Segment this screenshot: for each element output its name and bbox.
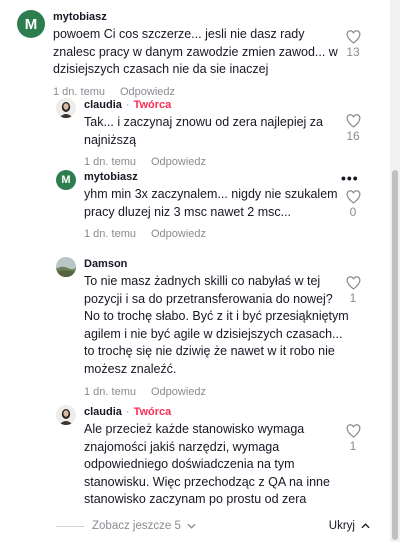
- avatar-letter: M: [24, 15, 38, 33]
- comment-meta: 1 dn. temu Odpowiedz: [53, 86, 343, 98]
- avatar[interactable]: M: [56, 170, 76, 190]
- comment-text: Tak... i zaczynaj znowu od zera najlepie…: [84, 115, 324, 147]
- reply-item: M mytobiasz yhm min 3x zaczynalem... nig…: [56, 170, 356, 240]
- see-more-label: Zobacz jeszcze 5: [92, 520, 181, 532]
- comment-header: mytobiasz: [84, 170, 349, 184]
- username[interactable]: Damson: [84, 258, 127, 270]
- person-photo-icon: [56, 98, 76, 118]
- username[interactable]: claudia: [84, 99, 122, 111]
- avatar[interactable]: [56, 405, 76, 425]
- comment-text: To nie masz żadnych skilli co nabyłaś w …: [84, 274, 349, 376]
- see-more-replies-button[interactable]: Zobacz jeszcze 5: [92, 520, 196, 532]
- username[interactable]: mytobiasz: [84, 171, 138, 183]
- username[interactable]: mytobiasz: [53, 11, 107, 23]
- like-button[interactable]: 16: [343, 114, 363, 143]
- heart-icon: [346, 424, 360, 438]
- creator-badge: Twórca: [133, 406, 172, 418]
- comment-text: Ale przecież każde stanowisko wymaga zna…: [84, 422, 330, 507]
- like-count: 1: [349, 291, 357, 305]
- comment-item: M mytobiasz powoem Ci cos szczerze... je…: [17, 10, 347, 98]
- reply-item: claudia · Twórca Tak... i zaczynaj znowu…: [56, 98, 356, 168]
- like-button[interactable]: 13: [343, 30, 363, 59]
- comment-time: 1 dn. temu: [53, 85, 105, 98]
- comment-meta: 1 dn. temu Odpowiedz: [84, 156, 349, 168]
- comment-body: mytobiasz powoem Ci cos szczerze... jesl…: [53, 10, 343, 98]
- like-button[interactable]: 1: [343, 276, 363, 305]
- like-button[interactable]: 0: [343, 190, 363, 219]
- creator-badge: Twórca: [133, 99, 172, 111]
- like-count: 1: [349, 439, 357, 453]
- comment-time: 1 dn. temu: [84, 385, 136, 398]
- like-count: 16: [346, 129, 360, 143]
- comment-time: 1 dn. temu: [84, 228, 136, 241]
- comment-text: yhm min 3x zaczynalem... nigdy nie szuka…: [84, 187, 338, 219]
- comment-header: claudia · Twórca: [84, 405, 349, 419]
- replies-footer: Zobacz jeszcze 5 Ukryj: [56, 520, 370, 532]
- comment-body: Damson To nie masz żadnych skilli co nab…: [84, 257, 349, 398]
- comment-text: powoem Ci cos szczerze... jesli nie dasz…: [53, 27, 338, 77]
- hide-label: Ukryj: [328, 520, 355, 532]
- reply-item: Damson To nie masz żadnych skilli co nab…: [56, 257, 356, 398]
- comment-body: claudia · Twórca Tak... i zaczynaj znowu…: [84, 98, 349, 168]
- reply-button[interactable]: Odpowiedz: [120, 86, 175, 98]
- comment-body: claudia · Twórca Ale przecież każde stan…: [84, 405, 349, 509]
- separator-dot: ·: [125, 99, 130, 111]
- comment-header: mytobiasz: [53, 10, 343, 24]
- scrollbar-thumb[interactable]: [392, 170, 398, 540]
- comment-meta: 1 dn. temu Odpowiedz: [84, 228, 349, 240]
- comment-header: Damson: [84, 257, 349, 271]
- username[interactable]: claudia: [84, 406, 122, 418]
- like-button[interactable]: 1: [343, 424, 363, 453]
- reply-item: claudia · Twórca Ale przecież każde stan…: [56, 405, 356, 509]
- comment-body: mytobiasz yhm min 3x zaczynalem... nigdy…: [84, 170, 349, 240]
- chevron-up-icon: [361, 523, 370, 529]
- landscape-photo-icon: [56, 257, 76, 277]
- hide-replies-button[interactable]: Ukryj: [329, 520, 370, 532]
- comment-header: claudia · Twórca: [84, 98, 349, 112]
- reply-button[interactable]: Odpowiedz: [151, 386, 206, 398]
- comment-meta: 1 dn. temu Odpowiedz: [84, 386, 349, 398]
- reply-button[interactable]: Odpowiedz: [151, 228, 206, 240]
- divider: [56, 525, 84, 527]
- comments-panel: M mytobiasz powoem Ci cos szczerze... je…: [0, 0, 400, 542]
- chevron-down-icon: [187, 523, 196, 529]
- reply-button[interactable]: Odpowiedz: [151, 156, 206, 168]
- like-count: 0: [349, 205, 357, 219]
- avatar-letter: M: [61, 174, 71, 186]
- comment-time: 1 dn. temu: [84, 156, 136, 169]
- person-photo-icon: [56, 405, 76, 425]
- avatar[interactable]: [56, 98, 76, 118]
- more-options-button[interactable]: •••: [341, 170, 359, 186]
- heart-icon: [346, 276, 360, 290]
- avatar[interactable]: M: [17, 10, 45, 38]
- heart-icon: [346, 190, 360, 204]
- heart-icon: [346, 114, 360, 128]
- avatar[interactable]: [56, 257, 76, 277]
- heart-icon: [346, 30, 360, 44]
- separator-dot: ·: [125, 406, 130, 418]
- scrollbar[interactable]: [390, 0, 400, 542]
- like-count: 13: [346, 45, 360, 59]
